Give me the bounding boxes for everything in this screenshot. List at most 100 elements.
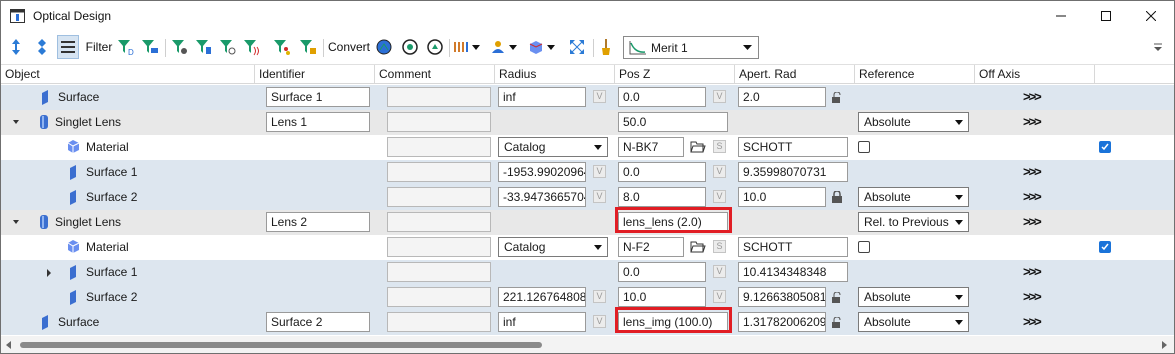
table-row[interactable]: Surface 1 -1953.99020964 V 0.0 V 9.35998… <box>1 160 1174 185</box>
posz-field[interactable]: 10.0 <box>618 287 706 307</box>
offaxis-expand[interactable]: >>> <box>1023 214 1042 229</box>
table-row[interactable]: Singlet Lens Lens 2 lens_lens (2.0) Rel.… <box>1 210 1174 235</box>
posz-field[interactable]: 0.0 <box>618 162 706 182</box>
col-aperture[interactable]: Apert. Rad <box>735 65 855 84</box>
table-row[interactable]: Surface 2 -33.9473665704 V 8.0 V 10.0 Ab… <box>1 185 1174 210</box>
filter-color-icon[interactable] <box>273 35 291 59</box>
radius-field[interactable]: inf <box>498 87 586 107</box>
horizontal-scrollbar[interactable] <box>1 336 1174 353</box>
cube-dropdown-icon[interactable] <box>527 35 557 59</box>
filter-lens-icon[interactable] <box>195 35 213 59</box>
material-enabled-checkbox[interactable] <box>1099 141 1111 153</box>
table-row[interactable]: Material Catalog N-F2 S SCHOTT <box>1 235 1174 260</box>
unlock-icon[interactable] <box>831 92 843 103</box>
lock-icon[interactable] <box>832 191 842 203</box>
reference-select[interactable]: Rel. to Previous <box>858 212 969 232</box>
glass-name-field[interactable]: N-BK7 <box>618 137 684 157</box>
aperture-field[interactable]: 9.12663805081 <box>738 287 826 307</box>
posz-variable-toggle[interactable]: V <box>713 90 726 103</box>
radius-variable-toggle[interactable]: V <box>593 90 606 103</box>
convert-ccw-icon[interactable] <box>425 35 445 59</box>
folder-open-icon[interactable] <box>690 240 706 253</box>
posz-field[interactable]: 8.0 <box>618 187 706 207</box>
radius-field[interactable]: -33.9473665704 <box>498 187 586 207</box>
glass-s-toggle[interactable]: S <box>713 140 726 153</box>
offaxis-expand[interactable]: >>> <box>1023 189 1042 204</box>
unlock-icon[interactable] <box>831 292 843 303</box>
aperture-field[interactable]: 10.4134348348 <box>738 262 848 282</box>
posz-variable-toggle[interactable]: V <box>713 190 726 203</box>
identifier-field[interactable]: Lens 1 <box>266 112 370 132</box>
identifier-field[interactable]: Surface 1 <box>266 87 370 107</box>
minimize-button[interactable] <box>1038 1 1084 31</box>
identifier-field[interactable]: Lens 2 <box>266 212 370 232</box>
material-source-select[interactable]: Catalog <box>498 237 608 257</box>
folder-open-icon[interactable] <box>690 140 706 153</box>
aperture-field[interactable]: 2.0 <box>738 87 826 107</box>
brush-icon[interactable] <box>597 35 615 59</box>
radius-field[interactable]: -1953.99020964 <box>498 162 586 182</box>
offaxis-expand[interactable]: >>> <box>1023 114 1042 129</box>
glass-name-field[interactable]: N-F2 <box>618 237 684 257</box>
filter-settings-icon[interactable] <box>171 35 189 59</box>
expand-node-icon[interactable] <box>46 269 54 277</box>
move-up-down-icon[interactable] <box>7 35 25 59</box>
reference-select[interactable]: Absolute <box>858 187 969 207</box>
col-offaxis[interactable]: Off Axis <box>975 65 1095 84</box>
table-row[interactable]: Surface 2 221.126764808 V 10.0 V 9.12663… <box>1 285 1174 310</box>
glass-s-toggle[interactable]: S <box>713 240 726 253</box>
comment-field[interactable] <box>387 237 491 257</box>
radius-variable-toggle[interactable]: V <box>593 165 606 178</box>
unlock-icon[interactable] <box>831 317 843 328</box>
lens-array-dropdown-icon[interactable] <box>453 35 481 59</box>
reference-select[interactable]: Absolute <box>858 312 969 332</box>
comment-field[interactable] <box>387 187 491 207</box>
identifier-field[interactable]: Surface 2 <box>266 312 370 332</box>
person-dropdown-icon[interactable] <box>489 35 519 59</box>
filter-circle-icon[interactable] <box>219 35 237 59</box>
collapse-node-icon[interactable] <box>12 118 24 128</box>
posz-field[interactable]: 0.0 <box>618 87 706 107</box>
aperture-field[interactable]: 1.31782006209 <box>738 312 826 332</box>
manufacturer-field[interactable]: SCHOTT <box>738 237 848 257</box>
col-object[interactable]: Object <box>1 65 255 84</box>
scroll-right-icon[interactable] <box>1162 341 1168 349</box>
posz-variable-toggle[interactable]: V <box>713 265 726 278</box>
radius-field[interactable]: 221.126764808 <box>498 287 586 307</box>
comment-field[interactable] <box>387 287 491 307</box>
expand-arrows-icon[interactable] <box>567 35 587 59</box>
col-comment[interactable]: Comment <box>375 65 495 84</box>
material-source-select[interactable]: Catalog <box>498 137 608 157</box>
comment-field[interactable] <box>387 312 491 332</box>
col-posz[interactable]: Pos Z <box>615 65 735 84</box>
material-enabled-checkbox[interactable] <box>1099 241 1111 253</box>
col-identifier[interactable]: Identifier <box>255 65 375 84</box>
material-checkbox[interactable] <box>858 241 870 253</box>
aperture-field[interactable]: 9.35998070731 <box>738 162 848 182</box>
material-checkbox[interactable] <box>858 141 870 153</box>
table-row[interactable]: Surface Surface 1 inf V 0.0 V 2.0 >>> <box>1 85 1174 110</box>
radius-variable-toggle[interactable]: V <box>593 290 606 303</box>
table-row[interactable]: Singlet Lens Lens 1 50.0 Absolute >>> <box>1 110 1174 135</box>
maximize-button[interactable] <box>1083 1 1129 31</box>
filter-comment-icon[interactable] <box>141 35 159 59</box>
offaxis-expand[interactable]: >>> <box>1023 314 1042 329</box>
table-row[interactable]: Surface 1 0.0 V 10.4134348348 >>> <box>1 260 1174 285</box>
col-radius[interactable]: Radius <box>495 65 615 84</box>
comment-field[interactable] <box>387 212 491 232</box>
posz-variable-toggle[interactable]: V <box>713 290 726 303</box>
filter-d-icon[interactable]: D <box>117 35 135 59</box>
convert-globe-icon[interactable] <box>374 35 394 59</box>
aperture-field[interactable]: 10.0 <box>738 187 826 207</box>
table-row[interactable]: Material Catalog N-BK7 S SCHOTT <box>1 135 1174 160</box>
comment-field[interactable] <box>387 112 491 132</box>
radius-field[interactable]: inf <box>498 312 586 332</box>
comment-field[interactable] <box>387 162 491 182</box>
offaxis-expand[interactable]: >>> <box>1023 264 1042 279</box>
filter-surface-icon[interactable] <box>243 35 261 59</box>
collapse-expand-icon[interactable] <box>33 35 51 59</box>
radius-variable-toggle[interactable]: V <box>593 315 606 328</box>
comment-field[interactable] <box>387 137 491 157</box>
toolbar-overflow-icon[interactable] <box>1153 43 1163 52</box>
filter-tag-icon[interactable] <box>299 35 317 59</box>
